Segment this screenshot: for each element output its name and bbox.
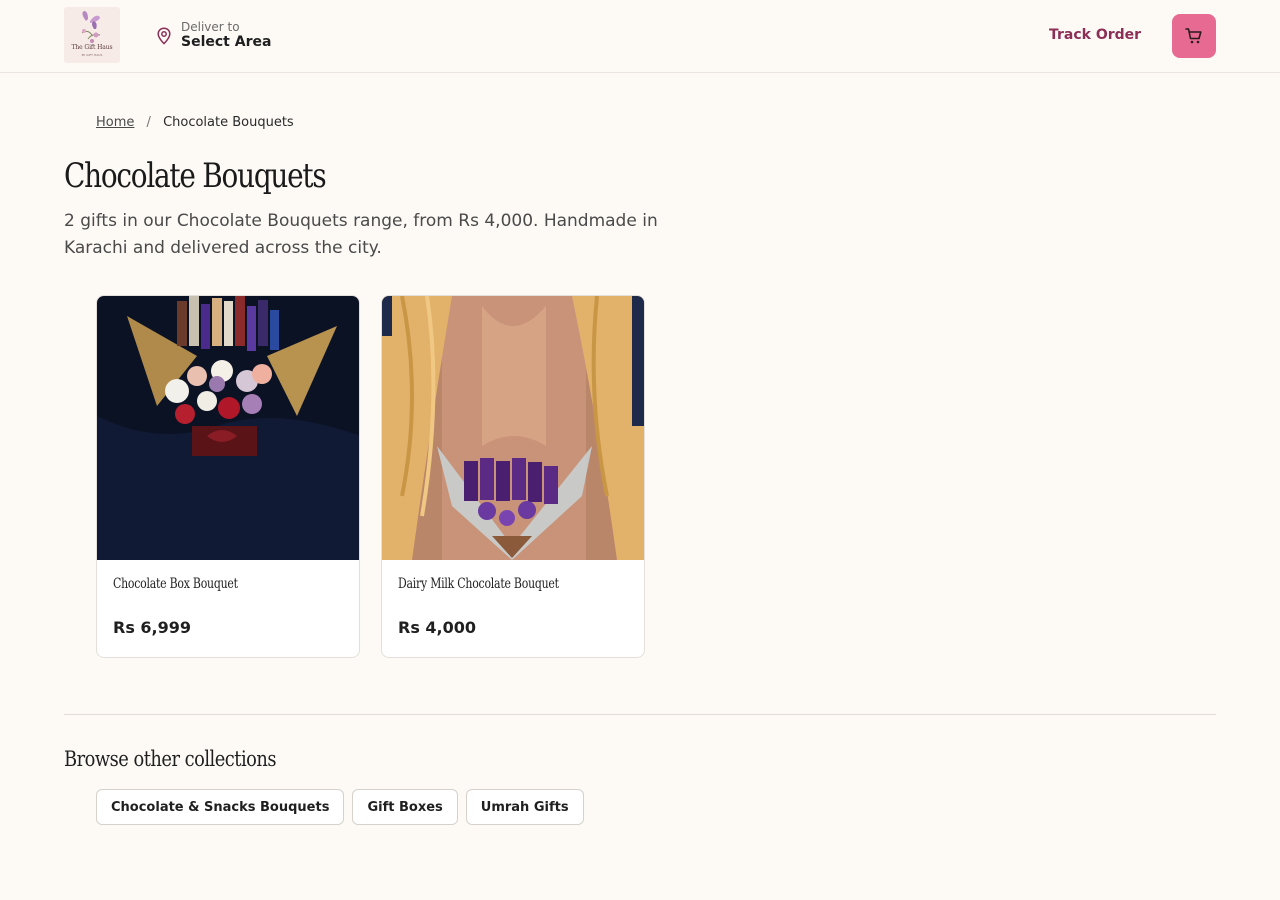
- collection-chips: Chocolate & Snacks Bouquets Gift Boxes U…: [96, 789, 584, 825]
- breadcrumb-current: Chocolate Bouquets: [163, 115, 294, 130]
- product-name: Dairy Milk Chocolate Bouquet: [398, 576, 559, 592]
- product-image: [382, 296, 644, 560]
- logo-text: The Gift Haus: [71, 44, 113, 51]
- section-divider: [64, 714, 1216, 715]
- product-price: Rs 6,999: [113, 618, 192, 637]
- deliver-label: Deliver to: [181, 20, 240, 34]
- logo-subtext: BY GIFT HAUS: [81, 53, 103, 57]
- site-header: The Gift Haus BY GIFT HAUS Deliver to Se…: [0, 0, 1280, 73]
- product-price: Rs 4,000: [398, 618, 477, 637]
- map-pin-icon: [157, 27, 171, 45]
- product-card[interactable]: Dairy Milk Chocolate Bouquet Rs 4,000: [381, 295, 645, 658]
- product-card[interactable]: Chocolate Box Bouquet Rs 6,999: [96, 295, 360, 658]
- cart-button[interactable]: [1172, 14, 1216, 58]
- logo[interactable]: The Gift Haus BY GIFT HAUS: [64, 7, 120, 63]
- collection-chip-umrah-gifts[interactable]: Umrah Gifts: [465, 789, 584, 825]
- deliver-area-selector[interactable]: Deliver to Select Area: [156, 19, 271, 53]
- butterfly-flower-icon: [81, 11, 101, 43]
- page-intro: 2 gifts in our Chocolate Bouquets range,…: [64, 211, 658, 258]
- deliver-value: Select Area: [181, 34, 272, 50]
- collection-chip-chocolate-snacks-bouquets[interactable]: Chocolate & Snacks Bouquets: [96, 789, 345, 825]
- track-order-link[interactable]: Track Order: [1049, 27, 1141, 43]
- deliver-text: Deliver to Select Area: [181, 21, 271, 51]
- breadcrumb-separator: /: [146, 115, 151, 130]
- collection-chip-gift-boxes[interactable]: Gift Boxes: [352, 789, 458, 825]
- breadcrumb: Home / Chocolate Bouquets: [96, 115, 294, 130]
- product-image: [97, 296, 359, 560]
- product-name: Chocolate Box Bouquet: [113, 576, 238, 592]
- shopping-cart-icon: [1185, 28, 1202, 44]
- breadcrumb-home-link[interactable]: Home: [96, 115, 134, 130]
- page-title: Chocolate Bouquets: [64, 156, 327, 196]
- browse-collections-heading: Browse other collections: [64, 747, 277, 771]
